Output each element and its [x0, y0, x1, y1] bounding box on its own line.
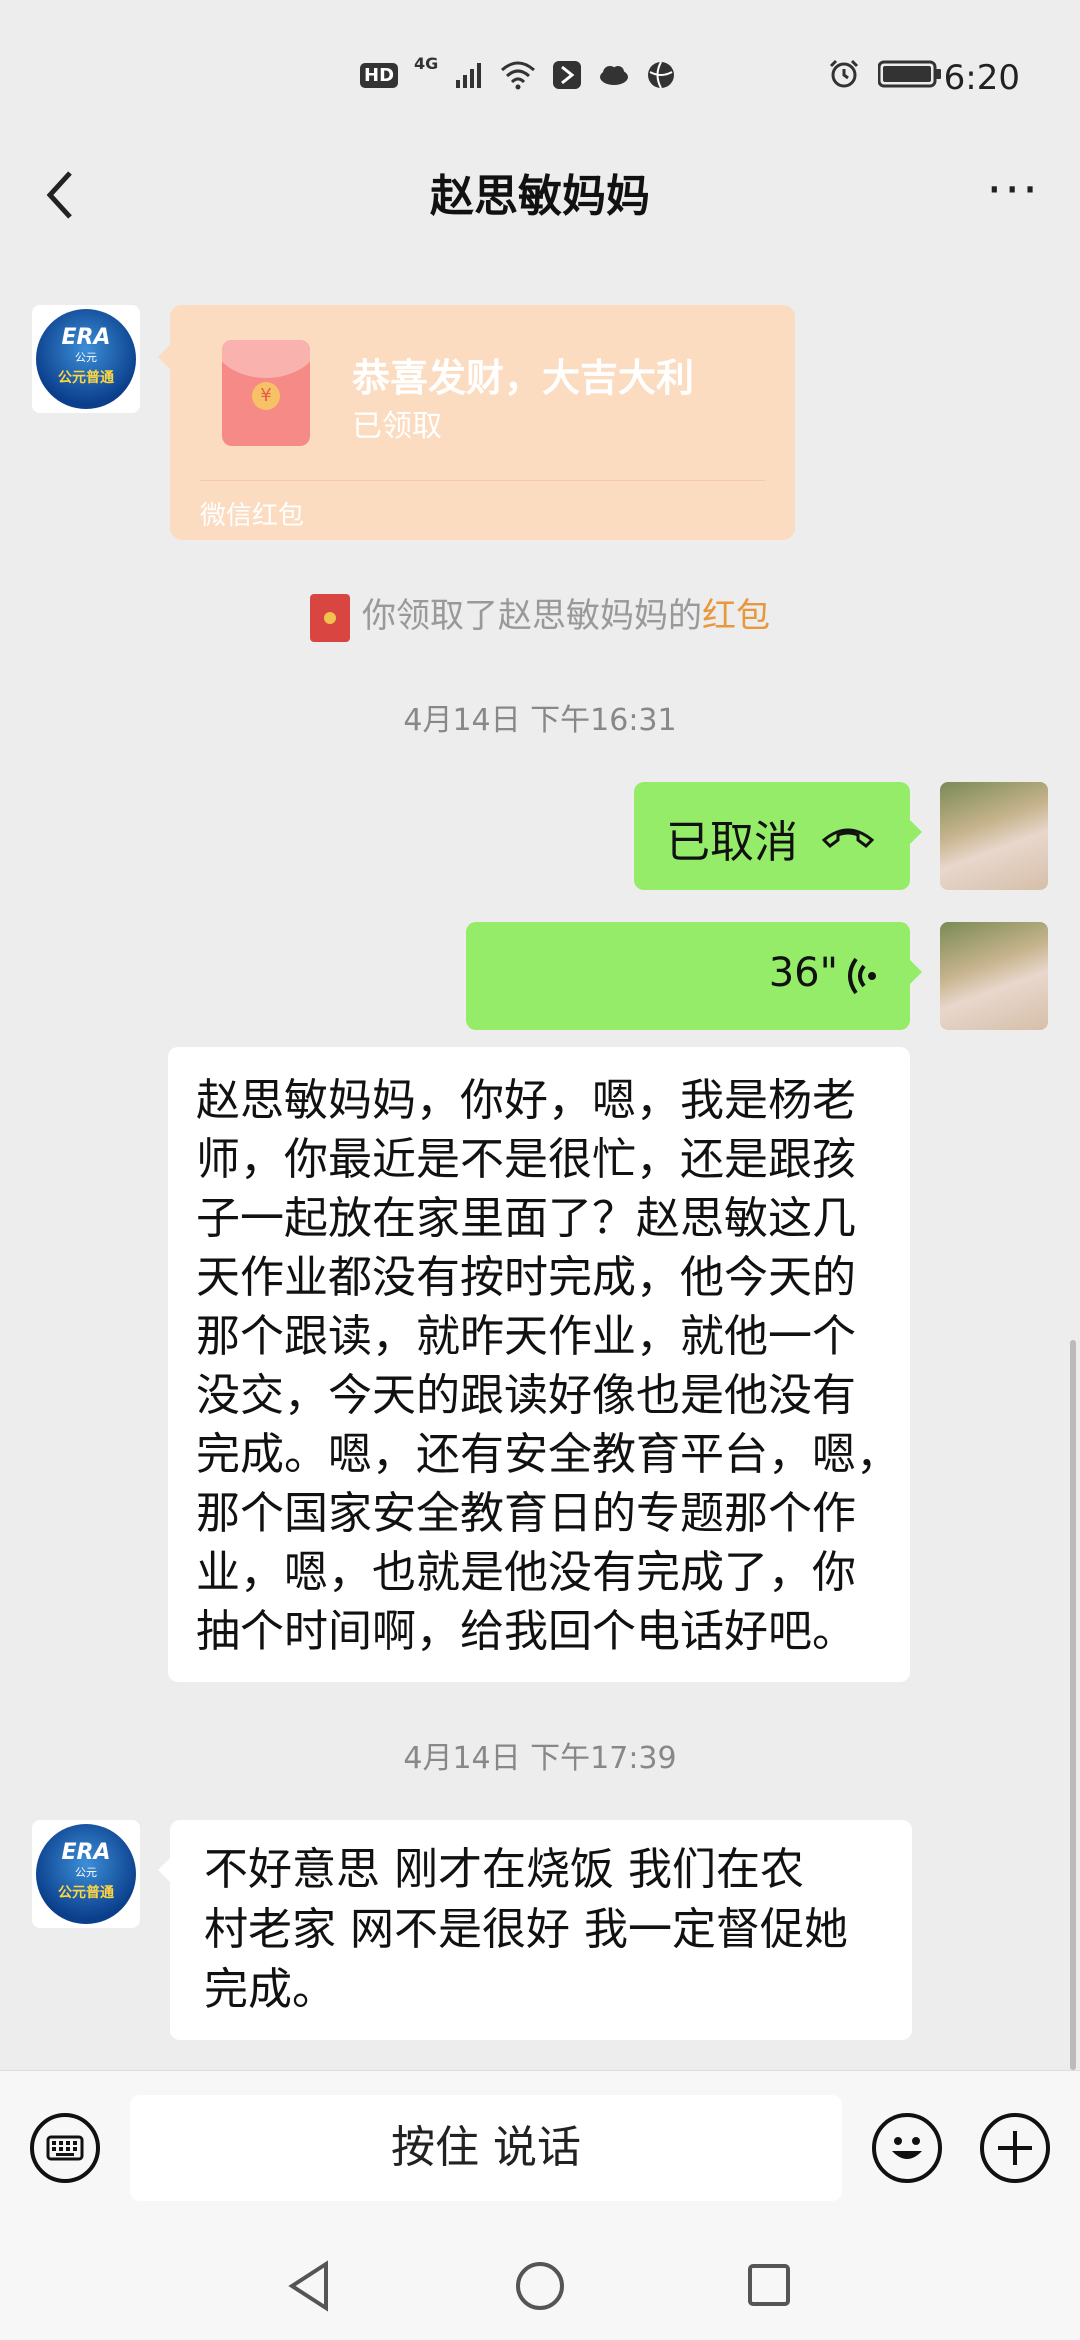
emoji-icon[interactable]	[872, 2113, 942, 2183]
my-avatar[interactable]	[940, 782, 1048, 890]
battery-icon	[878, 60, 941, 88]
scrollbar[interactable]	[1070, 1340, 1076, 2070]
status-icons-right	[828, 58, 942, 90]
voice-duration: 36"	[768, 950, 838, 996]
keyboard-toggle-icon[interactable]	[30, 2113, 100, 2183]
wifi-icon	[501, 61, 536, 90]
nav-home-icon[interactable]	[514, 2260, 566, 2312]
phone-hangup-icon	[821, 828, 875, 848]
voice-message-bubble[interactable]: 36"	[466, 922, 910, 1030]
cancelled-call-bubble[interactable]: 已取消	[634, 782, 910, 890]
contact-avatar[interactable]: ERA 公元 公元普通	[32, 305, 140, 413]
reply-message-bubble[interactable]: 不好意思 刚才在烧饭 我们在农 村老家 网不是很好 我一定督促她 完成。	[170, 1820, 912, 2040]
red-packet-label: 微信红包	[200, 501, 305, 531]
more-options-icon[interactable]: ···	[986, 165, 1040, 215]
red-packet-small-icon	[310, 593, 350, 642]
hold-to-talk-button[interactable]: 按住 说话	[130, 2095, 842, 2201]
system-note: 你领取了赵思敏妈妈的红包	[0, 588, 1080, 642]
timestamp: 4月14日 下午16:31	[403, 703, 677, 738]
nav-back-icon[interactable]	[286, 2260, 332, 2312]
red-packet-status: 已领取	[352, 409, 442, 444]
timestamp: 4月14日 下午17:39	[403, 1741, 677, 1776]
nav-recents-icon[interactable]	[746, 2262, 792, 2308]
cloud-icon	[600, 66, 629, 85]
clock: 6:20	[943, 58, 1020, 98]
signal-icon	[456, 63, 482, 88]
app-notification-icon	[553, 61, 582, 89]
alarm-icon	[829, 59, 859, 88]
call-status-text: 已取消	[666, 817, 798, 868]
system-nav-bar	[0, 2225, 1080, 2340]
chat-title: 赵思敏妈妈	[430, 171, 650, 222]
status-icons-left: HD 4G	[360, 54, 676, 90]
reply-text: 不好意思 刚才在烧饭 我们在农 村老家 网不是很好 我一定督促她 完成。	[204, 1844, 848, 2015]
red-packet-link[interactable]: 红包	[702, 596, 770, 636]
add-more-icon[interactable]	[980, 2113, 1050, 2183]
red-packet-greeting: 恭喜发财，大吉大利	[352, 356, 695, 400]
voice-wave-icon	[848, 957, 876, 995]
red-packet-card[interactable]: ¥ 恭喜发财，大吉大利 已领取 微信红包	[170, 305, 795, 540]
contact-avatar[interactable]: ERA 公元 公元普通	[32, 1820, 140, 1928]
red-envelope-icon: ¥	[222, 340, 310, 446]
voice-transcript-bubble[interactable]: 赵思敏妈妈，你好，嗯，我是杨老 师，你最近是不是很忙，还是跟孩 子一起放在家里面…	[168, 1047, 910, 1682]
network-type-label: 4G	[414, 53, 439, 73]
my-avatar[interactable]	[940, 922, 1048, 1030]
hd-badge: HD	[360, 62, 399, 88]
transcript-text: 赵思敏妈妈，你好，嗯，我是杨老 师，你最近是不是很忙，还是跟孩 子一起放在家里面…	[196, 1075, 900, 1657]
globe-icon	[648, 61, 675, 89]
status-bar: HD 4G 6:20	[0, 0, 1080, 150]
